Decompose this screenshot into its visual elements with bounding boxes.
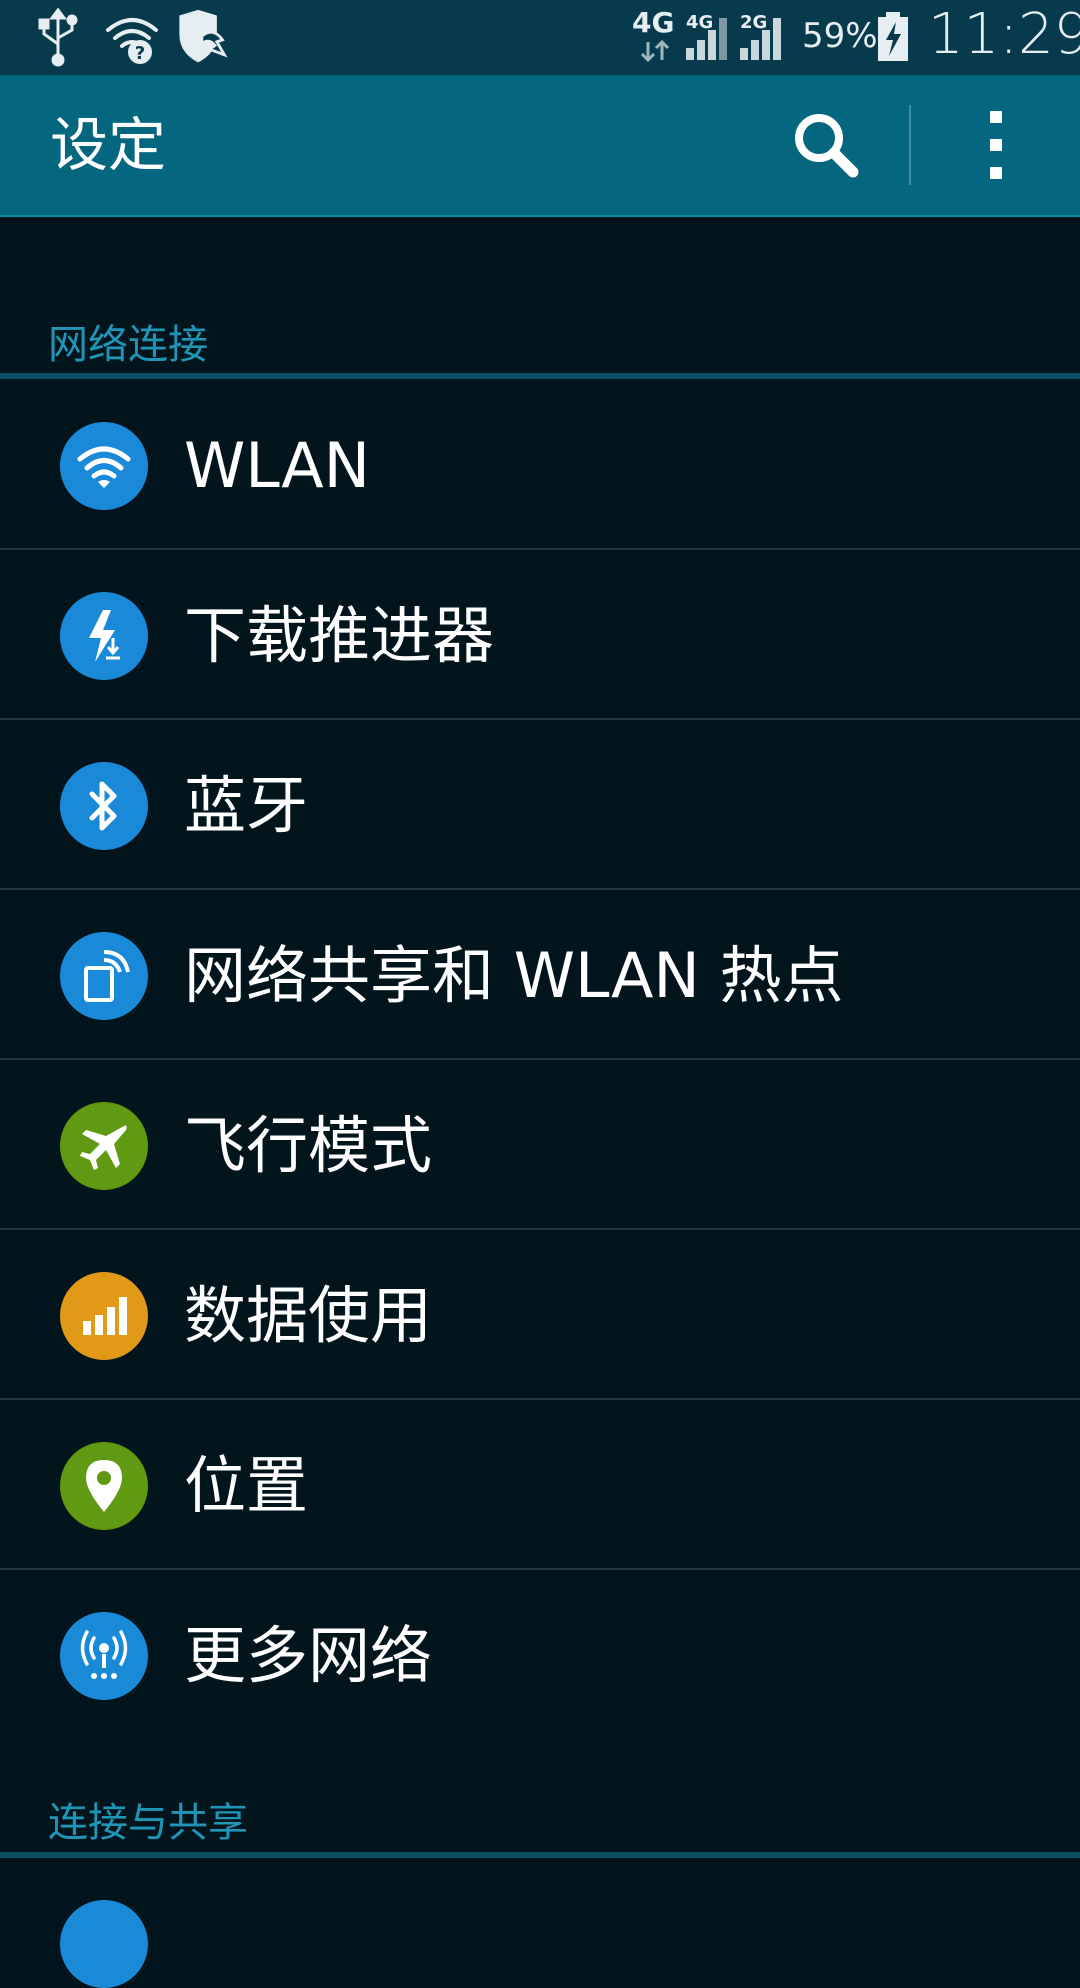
action-bar: 设定	[0, 75, 1080, 217]
list-item-data-usage[interactable]: 数据使用	[0, 1232, 1080, 1400]
hotspot-icon	[84, 950, 130, 1002]
list-item-label: 蓝牙	[184, 769, 309, 842]
list-item-hotspot[interactable]: 网络共享和 WLAN 热点	[0, 892, 1080, 1060]
list-item-bluetooth[interactable]: 蓝牙	[0, 722, 1080, 890]
location-icon	[86, 1460, 122, 1512]
wifi-icon	[77, 446, 131, 488]
list-item-label: WLAN	[184, 429, 371, 502]
download-booster-icon-badge	[60, 592, 148, 680]
usb-icon	[38, 8, 78, 67]
battery-percent: 59%	[802, 16, 878, 56]
signal-strength-icon	[686, 18, 727, 60]
section-header-connect-share: 连接与共享	[48, 1800, 248, 1846]
list-item-label: 更多网络	[184, 1619, 433, 1692]
section-header-network: 网络连接	[48, 322, 208, 368]
section-divider	[0, 373, 1080, 379]
list-item-label: 位置	[184, 1449, 309, 1522]
signal-strength-2-icon	[740, 18, 781, 60]
list-item-label: 数据使用	[184, 1279, 433, 1352]
location-icon-badge	[60, 1442, 148, 1530]
search-button[interactable]	[776, 95, 876, 195]
overflow-menu-icon	[990, 111, 1002, 179]
data-usage-icon-badge	[60, 1272, 148, 1360]
more-networks-icon	[80, 1630, 128, 1679]
list-item-label: 飞行模式	[184, 1109, 433, 1182]
section-divider	[0, 1852, 1080, 1858]
network-type-label: 4G	[632, 6, 675, 39]
wifi-question-icon: ?	[106, 18, 158, 64]
bluetooth-icon	[89, 781, 117, 831]
shield-icon	[179, 9, 228, 63]
more-networks-icon-badge	[60, 1612, 148, 1700]
airplane-icon-badge	[60, 1102, 148, 1190]
action-bar-divider	[909, 105, 911, 185]
svg-text:?: ?	[135, 43, 145, 64]
list-item-more-networks[interactable]: 更多网络	[0, 1572, 1080, 1740]
more-options-button[interactable]	[946, 95, 1046, 195]
list-item-airplane-mode[interactable]: 飞行模式	[0, 1062, 1080, 1230]
status-bar: ? 4G 4G 2G 59% 11:29	[0, 0, 1080, 75]
airplane-icon	[80, 1125, 127, 1170]
search-icon	[795, 114, 859, 178]
next-item-icon-badge	[60, 1900, 148, 1988]
download-booster-icon	[89, 610, 121, 662]
data-usage-icon	[83, 1297, 127, 1335]
list-item-label: 网络共享和 WLAN 热点	[184, 939, 844, 1012]
list-item-location[interactable]: 位置	[0, 1402, 1080, 1570]
wifi-icon-badge	[60, 422, 148, 510]
list-item-label: 下载推进器	[184, 599, 495, 672]
list-item-download-booster[interactable]: 下载推进器	[0, 552, 1080, 720]
data-arrows-icon	[640, 40, 670, 62]
bluetooth-icon-badge	[60, 762, 148, 850]
list-item-wlan[interactable]: WLAN	[0, 382, 1080, 550]
clock: 11:29	[928, 2, 1080, 67]
page-title: 设定	[50, 111, 167, 179]
battery-charging-icon	[878, 12, 908, 61]
hotspot-icon-badge	[60, 932, 148, 1020]
